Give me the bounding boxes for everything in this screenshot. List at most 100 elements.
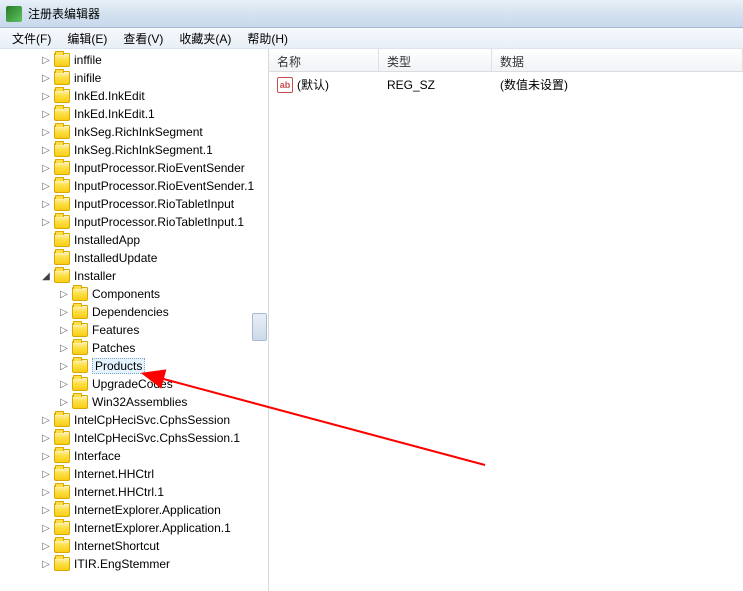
chevron-right-icon[interactable]: ▷ [56, 289, 72, 300]
folder-icon [54, 125, 70, 139]
folder-icon [54, 431, 70, 445]
tree-node[interactable]: ▷InputProcessor.RioTabletInput [2, 195, 268, 213]
tree-panel[interactable]: ▷inffile▷inifile▷InkEd.InkEdit▷InkEd.Ink… [0, 49, 269, 591]
tree-node-label: Interface [74, 449, 121, 463]
chevron-right-icon[interactable]: ▷ [38, 217, 54, 228]
scrollbar-thumb[interactable] [252, 313, 267, 341]
tree-node[interactable]: ▷ ITIR.EngStemmer [2, 555, 268, 573]
folder-icon [54, 485, 70, 499]
chevron-right-icon[interactable]: ▷ [38, 415, 54, 426]
tree-node[interactable]: ▷UpgradeCodes [2, 375, 268, 393]
tree-node[interactable]: ▷Products [2, 357, 268, 375]
chevron-right-icon[interactable]: ▷ [56, 325, 72, 336]
tree-node[interactable]: ▷IntelCpHeciSvc.CphsSession.1 [2, 429, 268, 447]
menu-edit[interactable]: 编辑(E) [59, 28, 115, 49]
tree-node-label: InkSeg.RichInkSegment.1 [74, 143, 213, 157]
tree-node-label: IntelCpHeciSvc.CphsSession [74, 413, 230, 427]
menu-favorites[interactable]: 收藏夹(A) [171, 28, 239, 49]
tree-node[interactable]: ▷ inifile [2, 69, 268, 87]
tree-node[interactable]: ▷InstalledApp [2, 231, 268, 249]
tree-node-label: InkEd.InkEdit.1 [74, 107, 155, 121]
folder-icon [54, 521, 70, 535]
tree-node-label: InstalledApp [74, 233, 140, 247]
tree-node-label: Internet.HHCtrl [74, 467, 154, 481]
chevron-right-icon[interactable]: ▷ [38, 199, 54, 210]
chevron-right-icon[interactable]: ▷ [38, 451, 54, 462]
col-header-type[interactable]: 类型 [379, 49, 492, 71]
tree-node-label: inifile [74, 71, 101, 85]
tree-node[interactable]: ◢ Installer [2, 267, 268, 285]
chevron-right-icon[interactable]: ▷ [38, 55, 54, 66]
value-data: (数值未设置) [492, 76, 743, 93]
folder-icon [54, 215, 70, 229]
tree-node[interactable]: ▷ Features [2, 321, 268, 339]
tree-node-label: InternetExplorer.Application [74, 503, 221, 517]
tree-node[interactable]: ▷InputProcessor.RioEventSender.1 [2, 177, 268, 195]
tree-node-label: InternetShortcut [74, 539, 159, 553]
tree-node[interactable]: ▷ InkEd.InkEdit.1 [2, 105, 268, 123]
chevron-right-icon[interactable]: ▷ [38, 559, 54, 570]
registry-tree: ▷inffile▷inifile▷InkEd.InkEdit▷InkEd.Ink… [0, 49, 268, 575]
tree-node-label: Installer [74, 269, 116, 283]
chevron-right-icon[interactable]: ▷ [56, 379, 72, 390]
tree-node-label: InputProcessor.RioEventSender [74, 161, 245, 175]
tree-node[interactable]: ▷ InkSeg.RichInkSegment.1 [2, 141, 268, 159]
chevron-right-icon[interactable]: ▷ [38, 181, 54, 192]
menu-help[interactable]: 帮助(H) [239, 28, 296, 49]
value-type: REG_SZ [379, 78, 492, 92]
chevron-right-icon[interactable]: ▷ [38, 541, 54, 552]
chevron-right-icon[interactable]: ▷ [56, 361, 72, 372]
tree-node[interactable]: ▷Dependencies [2, 303, 268, 321]
chevron-right-icon[interactable]: ▷ [56, 307, 72, 318]
chevron-right-icon[interactable]: ▷ [38, 505, 54, 516]
chevron-right-icon[interactable]: ▷ [38, 523, 54, 534]
tree-node[interactable]: ▷inffile [2, 51, 268, 69]
tree-node[interactable]: ▷InkSeg.RichInkSegment [2, 123, 268, 141]
col-header-name[interactable]: 名称 [269, 49, 379, 71]
chevron-right-icon[interactable]: ▷ [38, 487, 54, 498]
folder-icon [72, 305, 88, 319]
tree-node[interactable]: ▷ InternetExplorer.Application [2, 501, 268, 519]
tree-node[interactable]: ▷ Internet.HHCtrl [2, 465, 268, 483]
folder-icon [54, 179, 70, 193]
chevron-down-icon[interactable]: ◢ [38, 271, 54, 282]
titlebar: 注册表编辑器 [0, 0, 743, 28]
tree-node[interactable]: ▷ Interface [2, 447, 268, 465]
tree-node[interactable]: ▷ Components [2, 285, 268, 303]
chevron-right-icon[interactable]: ▷ [38, 433, 54, 444]
chevron-right-icon[interactable]: ▷ [38, 127, 54, 138]
list-header: 名称 类型 数据 [269, 49, 743, 72]
tree-node-label: ITIR.EngStemmer [74, 557, 170, 571]
tree-node-label: Components [92, 287, 160, 301]
chevron-right-icon[interactable]: ▷ [56, 397, 72, 408]
tree-node[interactable]: ▷ InternetShortcut [2, 537, 268, 555]
folder-icon [54, 539, 70, 553]
tree-node[interactable]: ▷ IntelCpHeciSvc.CphsSession [2, 411, 268, 429]
tree-node[interactable]: ▷InternetExplorer.Application.1 [2, 519, 268, 537]
chevron-right-icon[interactable]: ▷ [38, 163, 54, 174]
folder-icon [54, 467, 70, 481]
menu-view[interactable]: 查看(V) [115, 28, 171, 49]
chevron-right-icon[interactable]: ▷ [38, 91, 54, 102]
chevron-right-icon[interactable]: ▷ [38, 145, 54, 156]
chevron-right-icon[interactable]: ▷ [38, 109, 54, 120]
tree-node[interactable]: ▷ InputProcessor.RioEventSender [2, 159, 268, 177]
chevron-right-icon[interactable]: ▷ [38, 73, 54, 84]
tree-node[interactable]: ▷InstalledUpdate [2, 249, 268, 267]
chevron-right-icon[interactable]: ▷ [56, 343, 72, 354]
tree-node[interactable]: ▷InkEd.InkEdit [2, 87, 268, 105]
tree-node[interactable]: ▷Patches [2, 339, 268, 357]
tree-node[interactable]: ▷ Win32Assemblies [2, 393, 268, 411]
folder-icon [72, 323, 88, 337]
chevron-right-icon[interactable]: ▷ [38, 469, 54, 480]
menu-file[interactable]: 文件(F) [4, 28, 59, 49]
content-area: ▷inffile▷inifile▷InkEd.InkEdit▷InkEd.Ink… [0, 49, 743, 591]
folder-icon [54, 557, 70, 571]
tree-node[interactable]: ▷InputProcessor.RioTabletInput.1 [2, 213, 268, 231]
tree-node-label: InstalledUpdate [74, 251, 157, 265]
col-header-data[interactable]: 数据 [492, 49, 743, 71]
value-row[interactable]: ab (默认) REG_SZ (数值未设置) [269, 72, 743, 97]
tree-node-label: Features [92, 323, 139, 337]
tree-node[interactable]: ▷Internet.HHCtrl.1 [2, 483, 268, 501]
tree-node-label: Win32Assemblies [92, 395, 187, 409]
